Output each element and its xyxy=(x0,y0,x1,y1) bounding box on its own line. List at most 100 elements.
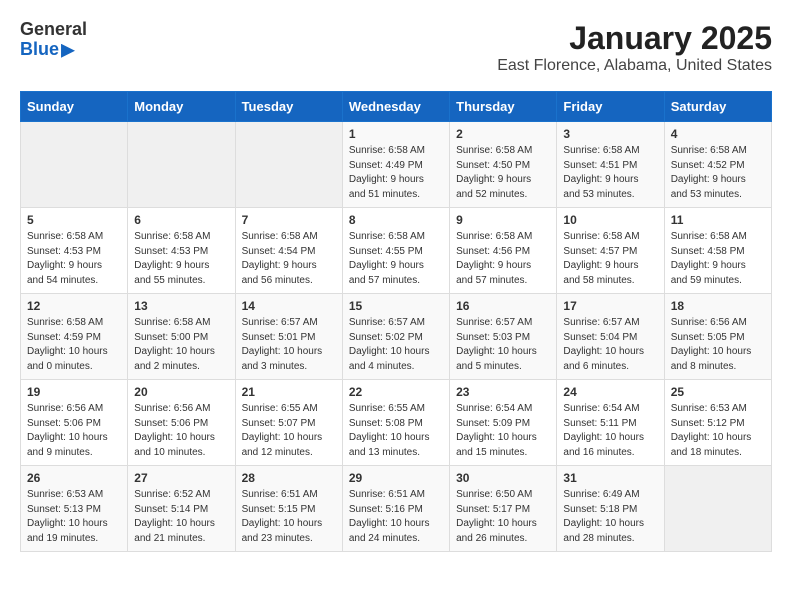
day-number: 23 xyxy=(456,385,550,399)
day-info: Sunrise: 6:58 AM Sunset: 4:53 PM Dayligh… xyxy=(134,230,228,288)
day-info: Sunrise: 6:58 AM Sunset: 4:50 PM Dayligh… xyxy=(456,144,550,202)
calendar-cell: 7Sunrise: 6:58 AM Sunset: 4:54 PM Daylig… xyxy=(235,208,342,294)
day-number: 24 xyxy=(563,385,657,399)
logo: General Blue xyxy=(20,20,87,60)
day-info: Sunrise: 6:57 AM Sunset: 5:02 PM Dayligh… xyxy=(349,316,443,374)
calendar-cell: 15 Sunrise: 6:57 AM Sunset: 5:02 PM Dayli… xyxy=(342,294,449,380)
day-number: 19 xyxy=(27,385,121,399)
day-info: Sunrise: 6:55 AM Sunset: 5:08 PM Dayligh… xyxy=(349,402,443,460)
calendar-cell: 4Sunrise: 6:58 AM Sunset: 4:52 PM Daylig… xyxy=(664,122,771,208)
calendar-cell: 1 Sunrise: 6:58 AM Sunset: 4:49 PM Daylig… xyxy=(342,122,449,208)
day-info: Sunrise: 6:56 AM Sunset: 5:06 PM Dayligh… xyxy=(27,402,121,460)
calendar-cell xyxy=(664,466,771,552)
calendar-cell: 14Sunrise: 6:57 AM Sunset: 5:01 PM Dayli… xyxy=(235,294,342,380)
calendar-cell: 21 Sunrise: 6:55 AM Sunset: 5:07 PM Dayli… xyxy=(235,380,342,466)
calendar-cell: 19 Sunrise: 6:56 AM Sunset: 5:06 PM Dayli… xyxy=(21,380,128,466)
day-info: Sunrise: 6:51 AM Sunset: 5:16 PM Dayligh… xyxy=(349,488,443,546)
day-number: 17 xyxy=(563,299,657,313)
weekday-header: Monday xyxy=(128,92,235,122)
day-number: 22 xyxy=(349,385,443,399)
day-number: 18 xyxy=(671,299,765,313)
day-number: 29 xyxy=(349,471,443,485)
day-number: 26 xyxy=(27,471,121,485)
day-number: 4 xyxy=(671,127,765,141)
calendar-subtitle: East Florence, Alabama, United States xyxy=(497,57,772,75)
day-number: 8 xyxy=(349,213,443,227)
day-number: 27 xyxy=(134,471,228,485)
day-info: Sunrise: 6:52 AM Sunset: 5:14 PM Dayligh… xyxy=(134,488,228,546)
day-info: Sunrise: 6:58 AM Sunset: 4:51 PM Dayligh… xyxy=(563,144,657,202)
calendar-cell: 26Sunrise: 6:53 AM Sunset: 5:13 PM Dayli… xyxy=(21,466,128,552)
day-info: Sunrise: 6:55 AM Sunset: 5:07 PM Dayligh… xyxy=(242,402,336,460)
calendar-week-row: 5 Sunrise: 6:58 AM Sunset: 4:53 PM Daylig… xyxy=(21,208,772,294)
calendar-cell xyxy=(235,122,342,208)
title-block: January 2025 East Florence, Alabama, Uni… xyxy=(497,20,772,75)
day-info: Sunrise: 6:58 AM Sunset: 5:00 PM Dayligh… xyxy=(134,316,228,374)
calendar-cell: 3 Sunrise: 6:58 AM Sunset: 4:51 PM Daylig… xyxy=(557,122,664,208)
day-info: Sunrise: 6:49 AM Sunset: 5:18 PM Dayligh… xyxy=(563,488,657,546)
calendar-cell: 31 Sunrise: 6:49 AM Sunset: 5:18 PM Dayli… xyxy=(557,466,664,552)
calendar-cell: 29 Sunrise: 6:51 AM Sunset: 5:16 PM Dayli… xyxy=(342,466,449,552)
day-number: 9 xyxy=(456,213,550,227)
weekday-header: Tuesday xyxy=(235,92,342,122)
day-number: 10 xyxy=(563,213,657,227)
calendar-week-row: 26Sunrise: 6:53 AM Sunset: 5:13 PM Dayli… xyxy=(21,466,772,552)
calendar-cell: 20Sunrise: 6:56 AM Sunset: 5:06 PM Dayli… xyxy=(128,380,235,466)
day-info: Sunrise: 6:57 AM Sunset: 5:01 PM Dayligh… xyxy=(242,316,336,374)
calendar-title: January 2025 xyxy=(497,20,772,57)
day-info: Sunrise: 6:54 AM Sunset: 5:11 PM Dayligh… xyxy=(563,402,657,460)
day-number: 11 xyxy=(671,213,765,227)
calendar-week-row: 1 Sunrise: 6:58 AM Sunset: 4:49 PM Daylig… xyxy=(21,122,772,208)
day-info: Sunrise: 6:57 AM Sunset: 5:04 PM Dayligh… xyxy=(563,316,657,374)
calendar-cell: 8 Sunrise: 6:58 AM Sunset: 4:55 PM Daylig… xyxy=(342,208,449,294)
calendar-cell: 9 Sunrise: 6:58 AM Sunset: 4:56 PM Daylig… xyxy=(450,208,557,294)
day-info: Sunrise: 6:58 AM Sunset: 4:56 PM Dayligh… xyxy=(456,230,550,288)
calendar-header: SundayMondayTuesdayWednesdayThursdayFrid… xyxy=(21,92,772,122)
calendar-cell: 27 Sunrise: 6:52 AM Sunset: 5:14 PM Dayli… xyxy=(128,466,235,552)
weekday-header: Sunday xyxy=(21,92,128,122)
day-info: Sunrise: 6:58 AM Sunset: 4:53 PM Dayligh… xyxy=(27,230,121,288)
day-number: 21 xyxy=(242,385,336,399)
day-number: 3 xyxy=(563,127,657,141)
day-number: 31 xyxy=(563,471,657,485)
logo-icon xyxy=(61,44,75,58)
weekday-header: Wednesday xyxy=(342,92,449,122)
day-info: Sunrise: 6:51 AM Sunset: 5:15 PM Dayligh… xyxy=(242,488,336,546)
day-info: Sunrise: 6:57 AM Sunset: 5:03 PM Dayligh… xyxy=(456,316,550,374)
day-number: 6 xyxy=(134,213,228,227)
calendar-cell: 22 Sunrise: 6:55 AM Sunset: 5:08 PM Dayli… xyxy=(342,380,449,466)
day-info: Sunrise: 6:58 AM Sunset: 4:55 PM Dayligh… xyxy=(349,230,443,288)
day-number: 1 xyxy=(349,127,443,141)
weekday-header-row: SundayMondayTuesdayWednesdayThursdayFrid… xyxy=(21,92,772,122)
day-info: Sunrise: 6:56 AM Sunset: 5:05 PM Dayligh… xyxy=(671,316,765,374)
calendar-week-row: 19 Sunrise: 6:56 AM Sunset: 5:06 PM Dayli… xyxy=(21,380,772,466)
calendar-week-row: 12Sunrise: 6:58 AM Sunset: 4:59 PM Dayli… xyxy=(21,294,772,380)
day-number: 20 xyxy=(134,385,228,399)
logo-general: General xyxy=(20,20,87,40)
day-number: 16 xyxy=(456,299,550,313)
calendar-cell: 11 Sunrise: 6:58 AM Sunset: 4:58 PM Dayli… xyxy=(664,208,771,294)
day-info: Sunrise: 6:54 AM Sunset: 5:09 PM Dayligh… xyxy=(456,402,550,460)
day-number: 12 xyxy=(27,299,121,313)
day-number: 15 xyxy=(349,299,443,313)
calendar-cell: 2Sunrise: 6:58 AM Sunset: 4:50 PM Daylig… xyxy=(450,122,557,208)
calendar-cell: 17 Sunrise: 6:57 AM Sunset: 5:04 PM Dayli… xyxy=(557,294,664,380)
calendar-cell: 18 Sunrise: 6:56 AM Sunset: 5:05 PM Dayli… xyxy=(664,294,771,380)
day-number: 30 xyxy=(456,471,550,485)
calendar-cell: 30Sunrise: 6:50 AM Sunset: 5:17 PM Dayli… xyxy=(450,466,557,552)
day-number: 28 xyxy=(242,471,336,485)
weekday-header: Friday xyxy=(557,92,664,122)
calendar-cell xyxy=(128,122,235,208)
logo-blue: Blue xyxy=(20,40,59,60)
calendar-cell: 25Sunrise: 6:53 AM Sunset: 5:12 PM Dayli… xyxy=(664,380,771,466)
calendar-cell xyxy=(21,122,128,208)
calendar-cell: 28 Sunrise: 6:51 AM Sunset: 5:15 PM Dayli… xyxy=(235,466,342,552)
day-info: Sunrise: 6:58 AM Sunset: 4:54 PM Dayligh… xyxy=(242,230,336,288)
day-info: Sunrise: 6:58 AM Sunset: 4:58 PM Dayligh… xyxy=(671,230,765,288)
day-info: Sunrise: 6:58 AM Sunset: 4:49 PM Dayligh… xyxy=(349,144,443,202)
day-number: 5 xyxy=(27,213,121,227)
day-info: Sunrise: 6:58 AM Sunset: 4:57 PM Dayligh… xyxy=(563,230,657,288)
weekday-header: Saturday xyxy=(664,92,771,122)
day-number: 13 xyxy=(134,299,228,313)
calendar-body: 1 Sunrise: 6:58 AM Sunset: 4:49 PM Daylig… xyxy=(21,122,772,552)
